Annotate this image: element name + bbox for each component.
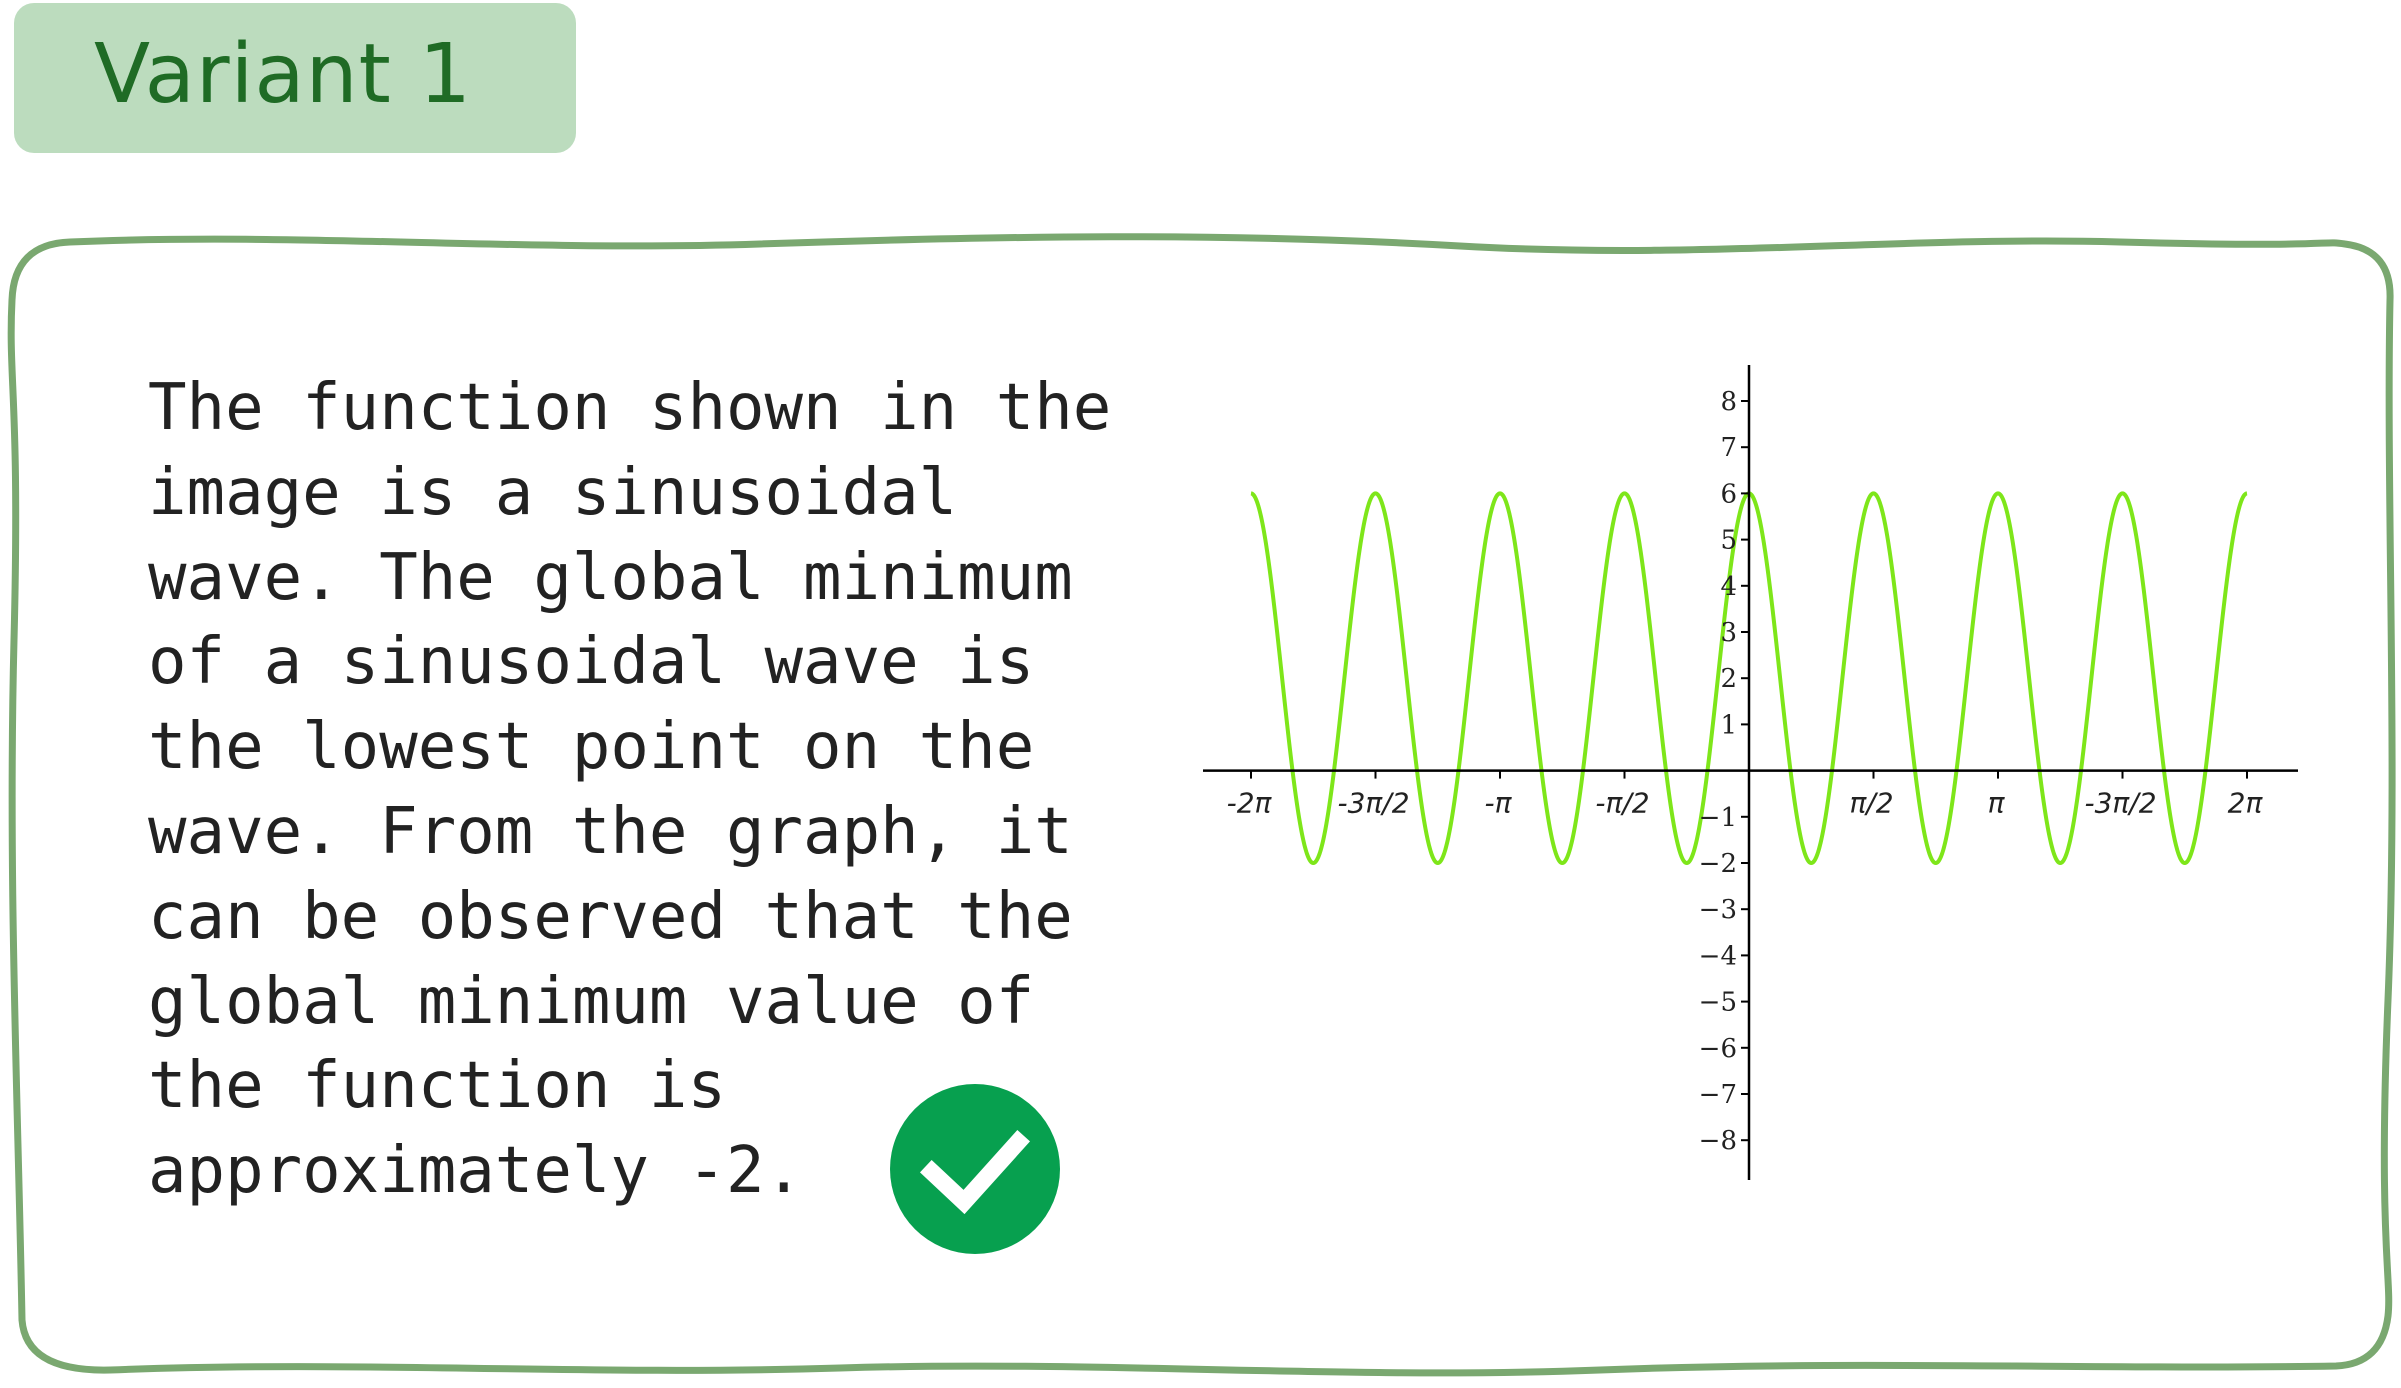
answer-line: can be observed that the bbox=[148, 879, 1073, 954]
answer-line: of a sinusoidal wave is bbox=[148, 625, 1035, 700]
y-tick-label: −7 bbox=[1699, 1080, 1737, 1110]
answer-line: The function shown in the bbox=[148, 371, 1112, 445]
x-tick-label: π/2 bbox=[1849, 787, 1893, 820]
correct-badge bbox=[890, 1084, 1060, 1254]
y-tick-label: 4 bbox=[1720, 572, 1737, 602]
x-tick-label: 2π bbox=[2228, 787, 2264, 820]
answer-line: wave. The global minimum bbox=[148, 540, 1073, 615]
y-tick-label: −5 bbox=[1699, 988, 1737, 1018]
y-tick-label: 7 bbox=[1720, 433, 1737, 463]
x-tick-label: -π/2 bbox=[1595, 787, 1649, 820]
y-tick-label: −1 bbox=[1699, 803, 1737, 833]
y-tick-label: 5 bbox=[1720, 526, 1737, 556]
x-tick-label: -2π bbox=[1227, 787, 1273, 820]
answer-line: global minimum value of bbox=[148, 964, 1035, 1039]
answer-line: image is a sinusoidal bbox=[148, 455, 958, 530]
answer-line: the lowest point on the bbox=[148, 710, 1035, 785]
y-tick-label: 1 bbox=[1720, 710, 1737, 740]
y-tick-label: −4 bbox=[1699, 941, 1737, 971]
x-tick-label: -3π/2 bbox=[2084, 787, 2156, 820]
y-tick-label: 8 bbox=[1720, 387, 1737, 417]
answer-line: wave. From the graph, it bbox=[148, 794, 1073, 869]
x-tick-label: -3π/2 bbox=[1337, 787, 1409, 820]
y-tick-label: −6 bbox=[1699, 1034, 1737, 1064]
sine-graph: 8 7 6 5 4 3 2 1 −1 −2 −3 −4 −5 −6 −7 −8 -2π -3π/2 -π -π/2 π/… bbox=[1203, 365, 2298, 1180]
x-tick-label: -π bbox=[1485, 787, 1513, 820]
y-tick-label: −8 bbox=[1699, 1126, 1737, 1156]
y-tick-label: 6 bbox=[1720, 479, 1737, 509]
y-tick-label: 3 bbox=[1720, 618, 1737, 648]
y-tick-label: 2 bbox=[1720, 664, 1737, 694]
y-tick-label: −2 bbox=[1699, 849, 1737, 879]
y-tick-label: −3 bbox=[1699, 895, 1737, 925]
x-tick-label: π bbox=[1988, 787, 2006, 820]
checkmark-icon bbox=[919, 1129, 1031, 1215]
